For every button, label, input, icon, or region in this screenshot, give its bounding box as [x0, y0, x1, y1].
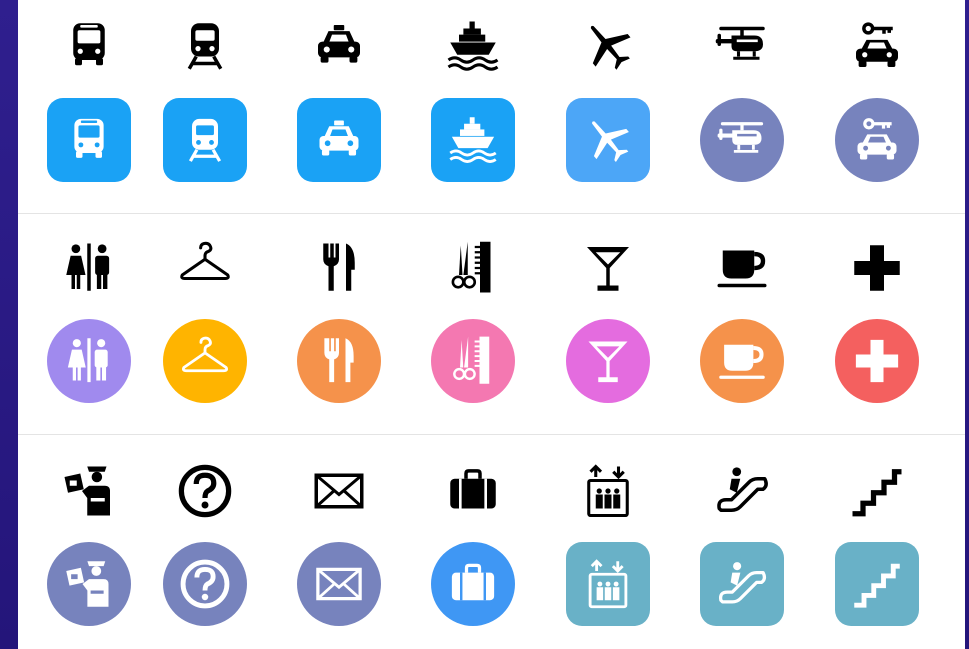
escalator-icon — [714, 463, 770, 519]
ship-badge — [431, 98, 515, 182]
restaurant-icon — [311, 240, 367, 296]
bus-icon — [61, 18, 117, 74]
icon-sheet — [18, 0, 965, 649]
helicopter-icon — [717, 122, 764, 153]
baggage-icon — [451, 563, 495, 601]
coat-hanger-badge — [163, 319, 247, 403]
cocktail-icon — [580, 240, 636, 296]
information-question-badge — [163, 542, 247, 626]
elevator-icon — [580, 463, 636, 519]
coffee-badge — [700, 319, 784, 403]
restaurant-badge — [297, 319, 381, 403]
row-divider — [18, 434, 965, 435]
taxi-badge — [297, 98, 381, 182]
mail-icon — [311, 463, 367, 519]
coat-hanger-icon — [177, 240, 233, 296]
stairs-badge — [835, 542, 919, 626]
mail-badge — [297, 542, 381, 626]
ship-icon — [445, 18, 501, 74]
car-rental-icon — [849, 18, 905, 74]
elevator-badge — [566, 542, 650, 626]
baggage-icon — [445, 463, 501, 519]
train-icon — [188, 118, 222, 162]
airplane-icon — [592, 121, 629, 163]
car-rental-badge — [835, 98, 919, 182]
first-aid-badge — [835, 319, 919, 403]
coffee-icon — [714, 240, 770, 296]
baggage-badge — [431, 542, 515, 626]
coat-hanger-icon — [181, 336, 229, 373]
stairs-icon — [854, 563, 900, 608]
restaurant-icon — [324, 338, 354, 383]
car-rental-icon — [857, 118, 897, 160]
escalator-icon — [718, 562, 767, 604]
airplane-icon — [580, 18, 636, 74]
barber-icon — [453, 336, 490, 384]
restroom-icon — [61, 240, 117, 296]
information-question-icon — [177, 463, 233, 519]
elevator-icon — [588, 559, 628, 609]
barber-badge — [431, 319, 515, 403]
helicopter-icon — [714, 18, 770, 74]
icon-sheet-frame — [0, 0, 969, 649]
first-aid-icon — [855, 339, 899, 383]
cocktail-icon — [588, 341, 628, 383]
row-divider — [18, 213, 965, 214]
customs-officer-badge — [47, 542, 131, 626]
bus-badge — [47, 98, 131, 182]
bus-icon — [74, 118, 104, 158]
information-question-icon — [180, 559, 230, 609]
train-icon — [177, 18, 233, 74]
train-badge — [163, 98, 247, 182]
first-aid-icon — [849, 240, 905, 296]
barber-icon — [445, 240, 501, 296]
customs-officer-icon — [61, 463, 117, 519]
ship-icon — [449, 117, 497, 163]
cocktail-badge — [566, 319, 650, 403]
restroom-icon — [67, 338, 108, 383]
airplane-badge — [566, 98, 650, 182]
coffee-icon — [719, 344, 765, 379]
helicopter-badge — [700, 98, 784, 182]
stairs-icon — [849, 463, 905, 519]
taxi-icon — [311, 18, 367, 74]
mail-icon — [316, 567, 362, 601]
escalator-badge — [700, 542, 784, 626]
restroom-badge — [47, 319, 131, 403]
taxi-icon — [319, 120, 359, 156]
customs-officer-icon — [66, 561, 109, 607]
